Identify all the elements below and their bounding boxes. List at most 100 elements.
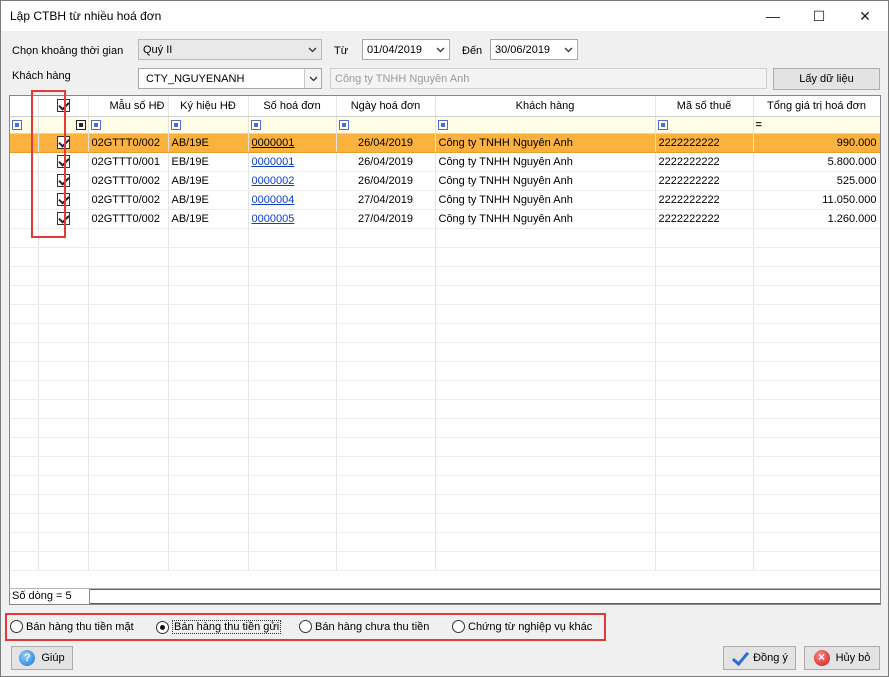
ok-button[interactable]: Đồng ý [723,646,796,670]
invoice-number-link[interactable]: 0000004 [252,194,295,206]
table-row[interactable]: 02GTTT0/002 AB/19E 0000005 27/04/2019 Cô… [10,209,880,229]
filter-icon[interactable] [12,119,22,130]
row-checkbox[interactable] [56,155,70,168]
help-button[interactable]: ? Giúp [11,646,73,670]
filter-icon[interactable] [90,119,101,130]
empty-cell [336,399,436,419]
fetch-data-button[interactable]: Lấy dữ liệu [773,68,880,90]
empty-cell [753,266,880,286]
empty-cell [336,247,436,267]
empty-cell [10,380,39,400]
column-header-khach-hang[interactable]: Khách hàng [435,96,656,117]
empty-row [10,456,880,476]
column-header-tong-gia-tri[interactable]: Tổng giá trị hoá đơn [753,96,880,117]
cell-khach-hang: Công ty TNHH Nguyên Anh [435,152,656,172]
empty-cell [38,475,89,495]
empty-cell [38,266,89,286]
to-date-picker[interactable]: 30/06/2019 [490,39,578,60]
empty-cell [88,456,169,476]
invoice-number-link[interactable]: 0000001 [252,156,295,168]
minimize-button[interactable]: — [750,1,796,31]
cell-mst: 2222222222 [655,209,754,229]
cancel-button[interactable]: × Hủy bỏ [804,646,880,670]
column-header-mst[interactable]: Mã số thuế [655,96,754,117]
column-header-ngay[interactable]: Ngày hoá đơn [336,96,436,117]
filter-icon[interactable] [170,119,181,130]
column-header-so-hoa-don[interactable]: Số hoá đơn [248,96,337,117]
empty-row [10,228,880,248]
table-row[interactable]: 02GTTT0/002 AB/19E 0000001 26/04/2019 Cô… [10,133,880,153]
filter-icon[interactable] [75,119,86,130]
cell-ngay: 26/04/2019 [336,152,436,172]
option-unpaid-sale[interactable]: Bán hàng chưa thu tiền [299,620,429,633]
column-header-ky-hieu[interactable]: Ký hiệu HĐ [168,96,249,117]
empty-cell [435,494,656,514]
invoice-number-link[interactable]: 0000001 [252,137,295,149]
cell-ky-hieu: AB/19E [168,190,249,210]
empty-cell [336,228,436,248]
empty-cell [88,437,169,457]
maximize-button[interactable]: ☐ [796,1,842,31]
radio-button[interactable] [10,620,23,633]
checkmark-icon [731,651,747,665]
radio-button[interactable] [299,620,312,633]
option-bank-sale[interactable]: Bán hàng thu tiền gửi [156,620,282,634]
empty-cell [248,437,337,457]
column-header-mau-so[interactable]: Mẫu số HĐ [88,96,169,117]
grid-status-bar: Số dòng = 5 [9,588,881,605]
cell-ky-hieu: AB/19E [168,209,249,229]
from-label: Từ [334,45,349,57]
from-date-picker[interactable]: 01/04/2019 [362,39,450,60]
empty-cell [168,228,249,248]
empty-cell [168,494,249,514]
empty-cell [336,418,436,438]
table-row[interactable]: 02GTTT0/002 AB/19E 0000002 26/04/2019 Cô… [10,171,880,191]
empty-cell [10,475,39,495]
empty-cell [10,304,39,324]
row-checkbox[interactable] [56,174,70,187]
option-other-voucher[interactable]: Chứng từ nghiệp vụ khác [452,620,592,633]
empty-row [10,399,880,419]
filter-icon[interactable] [250,119,261,130]
empty-cell [38,228,89,248]
empty-cell [336,475,436,495]
empty-cell [435,247,656,267]
cell-ky-hieu: EB/19E [168,152,249,172]
select-all-cell[interactable] [38,96,89,117]
empty-cell [336,380,436,400]
empty-cell [336,342,436,362]
empty-cell [753,361,880,381]
empty-cell [655,361,754,381]
cell-tong-gia-tri: 1.260.000 [753,209,880,229]
empty-cell [655,418,754,438]
empty-cell [10,266,39,286]
empty-row [10,551,880,571]
customer-code-select[interactable]: CTY_NGUYENANH [138,68,322,89]
cell-mau-so: 02GTTT0/002 [88,133,169,153]
equals-filter-icon[interactable]: = [756,119,762,131]
filter-icon[interactable] [657,119,668,130]
radio-button[interactable] [452,620,465,633]
empty-cell [38,513,89,533]
filter-icon[interactable] [338,119,349,130]
period-select[interactable]: Quý II [138,39,322,60]
row-checkbox[interactable] [56,212,70,225]
to-date-value: 30/06/2019 [495,43,551,56]
option-cash-sale[interactable]: Bán hàng thu tiền mặt [10,620,134,633]
empty-cell [753,323,880,343]
invoice-number-link[interactable]: 0000005 [252,213,295,225]
cell-ky-hieu: AB/19E [168,171,249,191]
filter-icon[interactable] [437,119,448,130]
empty-cell [168,266,249,286]
row-checkbox[interactable] [56,136,70,149]
select-all-checkbox[interactable] [56,99,70,113]
table-row[interactable]: 02GTTT0/002 AB/19E 0000004 27/04/2019 Cô… [10,190,880,210]
invoice-number-link[interactable]: 0000002 [252,175,295,187]
row-checkbox[interactable] [56,193,70,206]
empty-cell [655,342,754,362]
row-indicator [10,190,39,210]
close-button[interactable]: ✕ [842,1,888,31]
radio-button[interactable] [156,620,169,634]
table-row[interactable]: 02GTTT0/001 EB/19E 0000001 26/04/2019 Cô… [10,152,880,172]
empty-cell [248,418,337,438]
